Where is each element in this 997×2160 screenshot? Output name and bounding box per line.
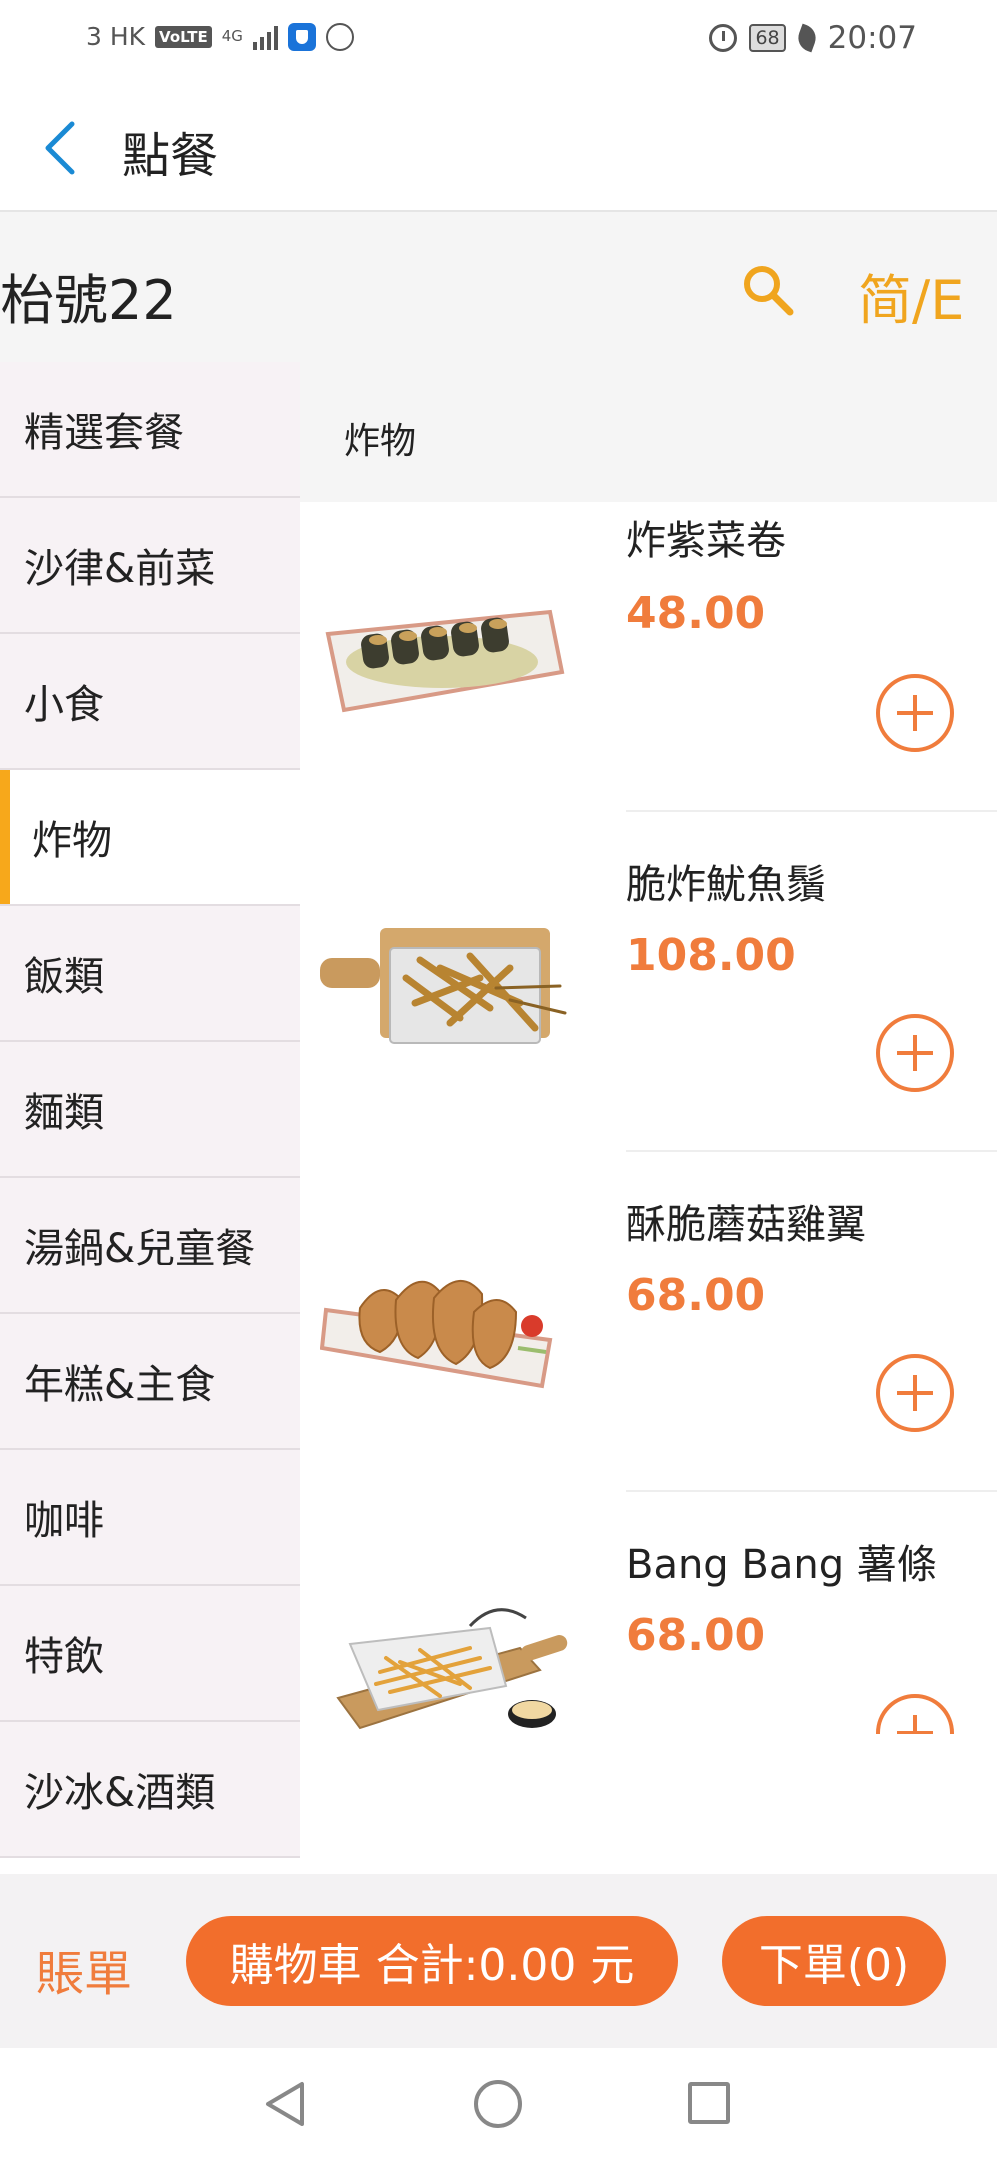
status-left: 3 HK VoLTE 4G <box>86 22 354 51</box>
category-item[interactable]: 麵類 <box>0 1042 300 1178</box>
menu-content: 炸物 炸紫菜卷 48.00 脆炸魷魚鬚 108.00 酥脆蘑菇雞翼 68.00 … <box>300 362 997 1858</box>
category-item[interactable]: 小食 <box>0 634 300 770</box>
menu-item-list[interactable]: 炸紫菜卷 48.00 脆炸魷魚鬚 108.00 酥脆蘑菇雞翼 68.00 Ban… <box>300 502 997 1734</box>
fried-squid-tentacles-photo <box>320 928 567 1044</box>
item-name: 酥脆蘑菇雞翼 <box>626 1202 866 1248</box>
fried-seaweed-roll-photo <box>325 609 565 713</box>
table-number: 枱號22 <box>0 269 177 332</box>
item-name: Bang Bang 薯條 <box>626 1542 937 1588</box>
app-bar: 點餐 <box>0 80 997 212</box>
bill-button[interactable]: 賬單 <box>36 1934 132 2004</box>
add-to-cart-button[interactable] <box>876 1694 954 1734</box>
place-order-button[interactable]: 下單(0) <box>722 1916 946 2006</box>
language-toggle-button[interactable]: 简/E <box>858 256 964 335</box>
status-bar: 3 HK VoLTE 4G 68 20:07 <box>0 0 997 80</box>
category-label: 湯鍋&兒童餐 <box>24 1226 256 1272</box>
volte-badge: VoLTE <box>155 25 212 48</box>
nav-recent-apps-icon[interactable] <box>688 2082 730 2124</box>
alarm-icon <box>709 24 738 52</box>
category-item[interactable]: 精選套餐 <box>0 362 300 498</box>
search-icon[interactable] <box>740 262 796 318</box>
signal-icon <box>252 24 278 50</box>
category-label: 精選套餐 <box>24 410 184 456</box>
menu-item[interactable]: Bang Bang 薯條 68.00 <box>300 1492 997 1734</box>
add-to-cart-button[interactable] <box>876 674 954 752</box>
network-type: 4G <box>221 27 243 45</box>
category-label: 飯類 <box>24 954 104 1000</box>
table-bar: 枱號22 简/E <box>0 212 997 362</box>
category-label: 炸物 <box>32 818 112 864</box>
item-price: 48.00 <box>626 588 766 639</box>
nav-home-icon[interactable] <box>474 2080 522 2128</box>
page-title: 點餐 <box>122 128 219 184</box>
back-arrow-icon[interactable] <box>40 118 84 178</box>
system-nav-bar <box>0 2048 997 2160</box>
category-item[interactable]: 湯鍋&兒童餐 <box>0 1178 300 1314</box>
category-item-active[interactable]: 炸物 <box>0 770 300 906</box>
item-price: 68.00 <box>626 1270 766 1321</box>
whatsapp-icon <box>325 22 354 51</box>
category-item[interactable]: 沙律&前菜 <box>0 498 300 634</box>
add-to-cart-button[interactable] <box>876 1354 954 1432</box>
category-item[interactable]: 咖啡 <box>0 1450 300 1586</box>
category-item[interactable]: 飯類 <box>0 906 300 1042</box>
item-price: 68.00 <box>626 1610 766 1661</box>
shield-icon <box>287 22 316 51</box>
menu-item[interactable]: 脆炸魷魚鬚 108.00 <box>300 812 997 1152</box>
clock: 20:07 <box>827 20 917 56</box>
category-label: 年糕&主食 <box>24 1362 216 1408</box>
status-right: 68 20:07 <box>709 20 917 56</box>
menu-item[interactable]: 炸紫菜卷 48.00 <box>300 502 997 812</box>
category-label: 小食 <box>24 682 104 728</box>
menu-item[interactable]: 酥脆蘑菇雞翼 68.00 <box>300 1152 997 1492</box>
category-label: 沙律&前菜 <box>24 546 216 592</box>
cart-total-button[interactable]: 購物車 合計:0.00 元 <box>186 1916 678 2006</box>
section-header: 炸物 <box>300 362 997 502</box>
category-label: 沙冰&酒類 <box>24 1770 216 1816</box>
item-name: 脆炸魷魚鬚 <box>626 862 826 908</box>
cart-total-label: 購物車 合計:0.00 元 <box>229 1940 635 1991</box>
item-price: 108.00 <box>626 930 796 981</box>
carrier-label: 3 HK <box>86 22 146 51</box>
bottom-action-bar: 賬單 購物車 合計:0.00 元 下單(0) <box>0 1874 997 2048</box>
add-to-cart-button[interactable] <box>876 1014 954 1092</box>
nav-back-icon[interactable] <box>260 2078 310 2130</box>
battery-icon: 68 <box>749 24 786 52</box>
crispy-mushroom-chicken-wings-photo <box>320 1279 553 1389</box>
category-label: 咖啡 <box>24 1498 104 1544</box>
category-label: 特飲 <box>24 1634 104 1680</box>
category-label: 麵類 <box>24 1090 104 1136</box>
category-item[interactable]: 特飲 <box>0 1586 300 1722</box>
place-order-label: 下單(0) <box>758 1940 910 1991</box>
category-item[interactable]: 年糕&主食 <box>0 1314 300 1450</box>
category-sidebar: 精選套餐 沙律&前菜 小食 炸物 飯類 麵類 湯鍋&兒童餐 年糕&主食 咖啡 特… <box>0 362 300 1858</box>
category-item[interactable]: 沙冰&酒類 <box>0 1722 300 1858</box>
item-name: 炸紫菜卷 <box>626 518 786 564</box>
bang-bang-fries-photo <box>336 1608 568 1730</box>
leaf-icon <box>794 23 820 53</box>
section-title: 炸物 <box>344 421 417 462</box>
